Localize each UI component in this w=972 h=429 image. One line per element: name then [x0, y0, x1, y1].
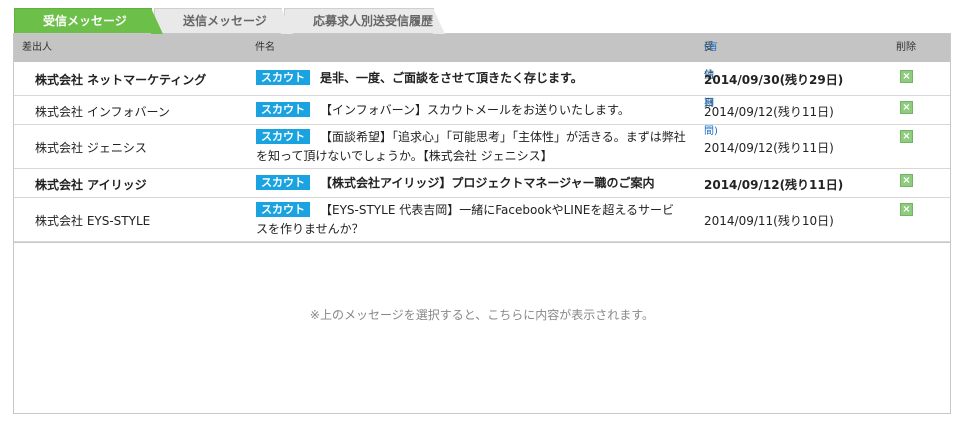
- scout-badge: スカウト: [256, 175, 310, 190]
- message-date: 2014/09/11(残り10日): [704, 214, 834, 228]
- message-row[interactable]: 株式会社 アイリッジ スカウト 【株式会社アイリッジ】プロジェクトマネージャー職の…: [14, 169, 950, 198]
- delete-icon[interactable]: ×: [900, 70, 913, 83]
- message-subject[interactable]: 【面談希望】「追求心」「可能思考」「主体性」が活きる。まずは弊社を知って頂けない…: [256, 130, 686, 163]
- message-row[interactable]: 株式会社 インフォバーン スカウト 【インフォバーン】スカウトメールをお送りいたし…: [14, 96, 950, 125]
- message-subject-cell[interactable]: スカウト 是非、一度、ご面談をさせて頂きたく存じます。: [256, 69, 686, 88]
- message-subject-cell[interactable]: スカウト 【株式会社アイリッジ】プロジェクトマネージャー職のご案内: [256, 174, 686, 193]
- delete-icon[interactable]: ×: [900, 174, 913, 187]
- message-date: 2014/09/12(残り11日): [704, 105, 834, 119]
- delete-icon[interactable]: ×: [900, 101, 913, 114]
- message-list-header: 差出人 件名 受信日 (有効期間) 削除: [14, 34, 950, 137]
- tab-inbox[interactable]: 受信メッセージ: [14, 8, 163, 34]
- scout-badge: スカウト: [256, 202, 310, 217]
- message-tabs: 受信メッセージ 送信メッセージ 応募求人別送受信履歴: [14, 8, 954, 34]
- message-subject-cell[interactable]: スカウト 【面談希望】「追求心」「可能思考」「主体性」が活きる。まずは弊社を知って…: [256, 128, 686, 166]
- message-subject-cell[interactable]: スカウト 【EYS-STYLE 代表吉岡】一緒にFacebookやLINEを超える…: [256, 201, 686, 239]
- tab-sent[interactable]: 送信メッセージ: [154, 8, 293, 34]
- message-row[interactable]: 株式会社 ジェニシス スカウト 【面談希望】「追求心」「可能思考」「主体性」が活き…: [14, 125, 950, 169]
- message-date: 2014/09/12(残り11日): [704, 178, 844, 192]
- message-subject[interactable]: 是非、一度、ご面談をさせて頂きたく存じます。: [320, 71, 583, 85]
- scout-badge: スカウト: [256, 129, 310, 144]
- message-sender: 株式会社 インフォバーン: [35, 105, 170, 119]
- column-header-sender[interactable]: 差出人: [22, 34, 52, 62]
- scout-badge: スカウト: [256, 70, 310, 85]
- tab-history-by-job[interactable]: 応募求人別送受信履歴: [284, 8, 445, 34]
- message-row[interactable]: 株式会社 ネットマーケティング スカウト 是非、一度、ご面談をさせて頂きたく存じま…: [14, 62, 950, 96]
- message-subject[interactable]: 【EYS-STYLE 代表吉岡】一緒にFacebookやLINEを超えるサービス…: [256, 203, 674, 236]
- message-row[interactable]: 株式会社 EYS-STYLE スカウト 【EYS-STYLE 代表吉岡】一緒にFa…: [14, 198, 950, 242]
- message-sender: 株式会社 アイリッジ: [35, 178, 147, 192]
- message-sender: 株式会社 ジェニシス: [35, 141, 147, 155]
- column-header-subject[interactable]: 件名: [255, 34, 275, 62]
- delete-icon[interactable]: ×: [900, 130, 913, 143]
- message-list: 株式会社 ネットマーケティング スカウト 是非、一度、ご面談をさせて頂きたく存じま…: [14, 62, 950, 242]
- message-date: 2014/09/12(残り11日): [704, 141, 834, 155]
- column-header-delete: 削除: [896, 42, 916, 53]
- message-subject[interactable]: 【インフォバーン】スカウトメールをお送りいたします。: [320, 103, 630, 117]
- message-sender: 株式会社 EYS-STYLE: [35, 214, 151, 228]
- preview-placeholder: ※上のメッセージを選択すると、こちらに内容が表示されます。: [309, 308, 655, 322]
- message-panel: 差出人 件名 受信日 (有効期間) 削除 株式会社 ネットマーケティング スカウト…: [13, 33, 951, 414]
- delete-icon[interactable]: ×: [900, 203, 913, 216]
- message-date: 2014/09/30(残り29日): [704, 73, 844, 87]
- message-subject[interactable]: 【株式会社アイリッジ】プロジェクトマネージャー職のご案内: [320, 176, 655, 190]
- message-subject-cell[interactable]: スカウト 【インフォバーン】スカウトメールをお送りいたします。: [256, 101, 686, 120]
- message-sender: 株式会社 ネットマーケティング: [35, 73, 207, 87]
- preview-divider: [14, 242, 950, 243]
- scout-badge: スカウト: [256, 102, 310, 117]
